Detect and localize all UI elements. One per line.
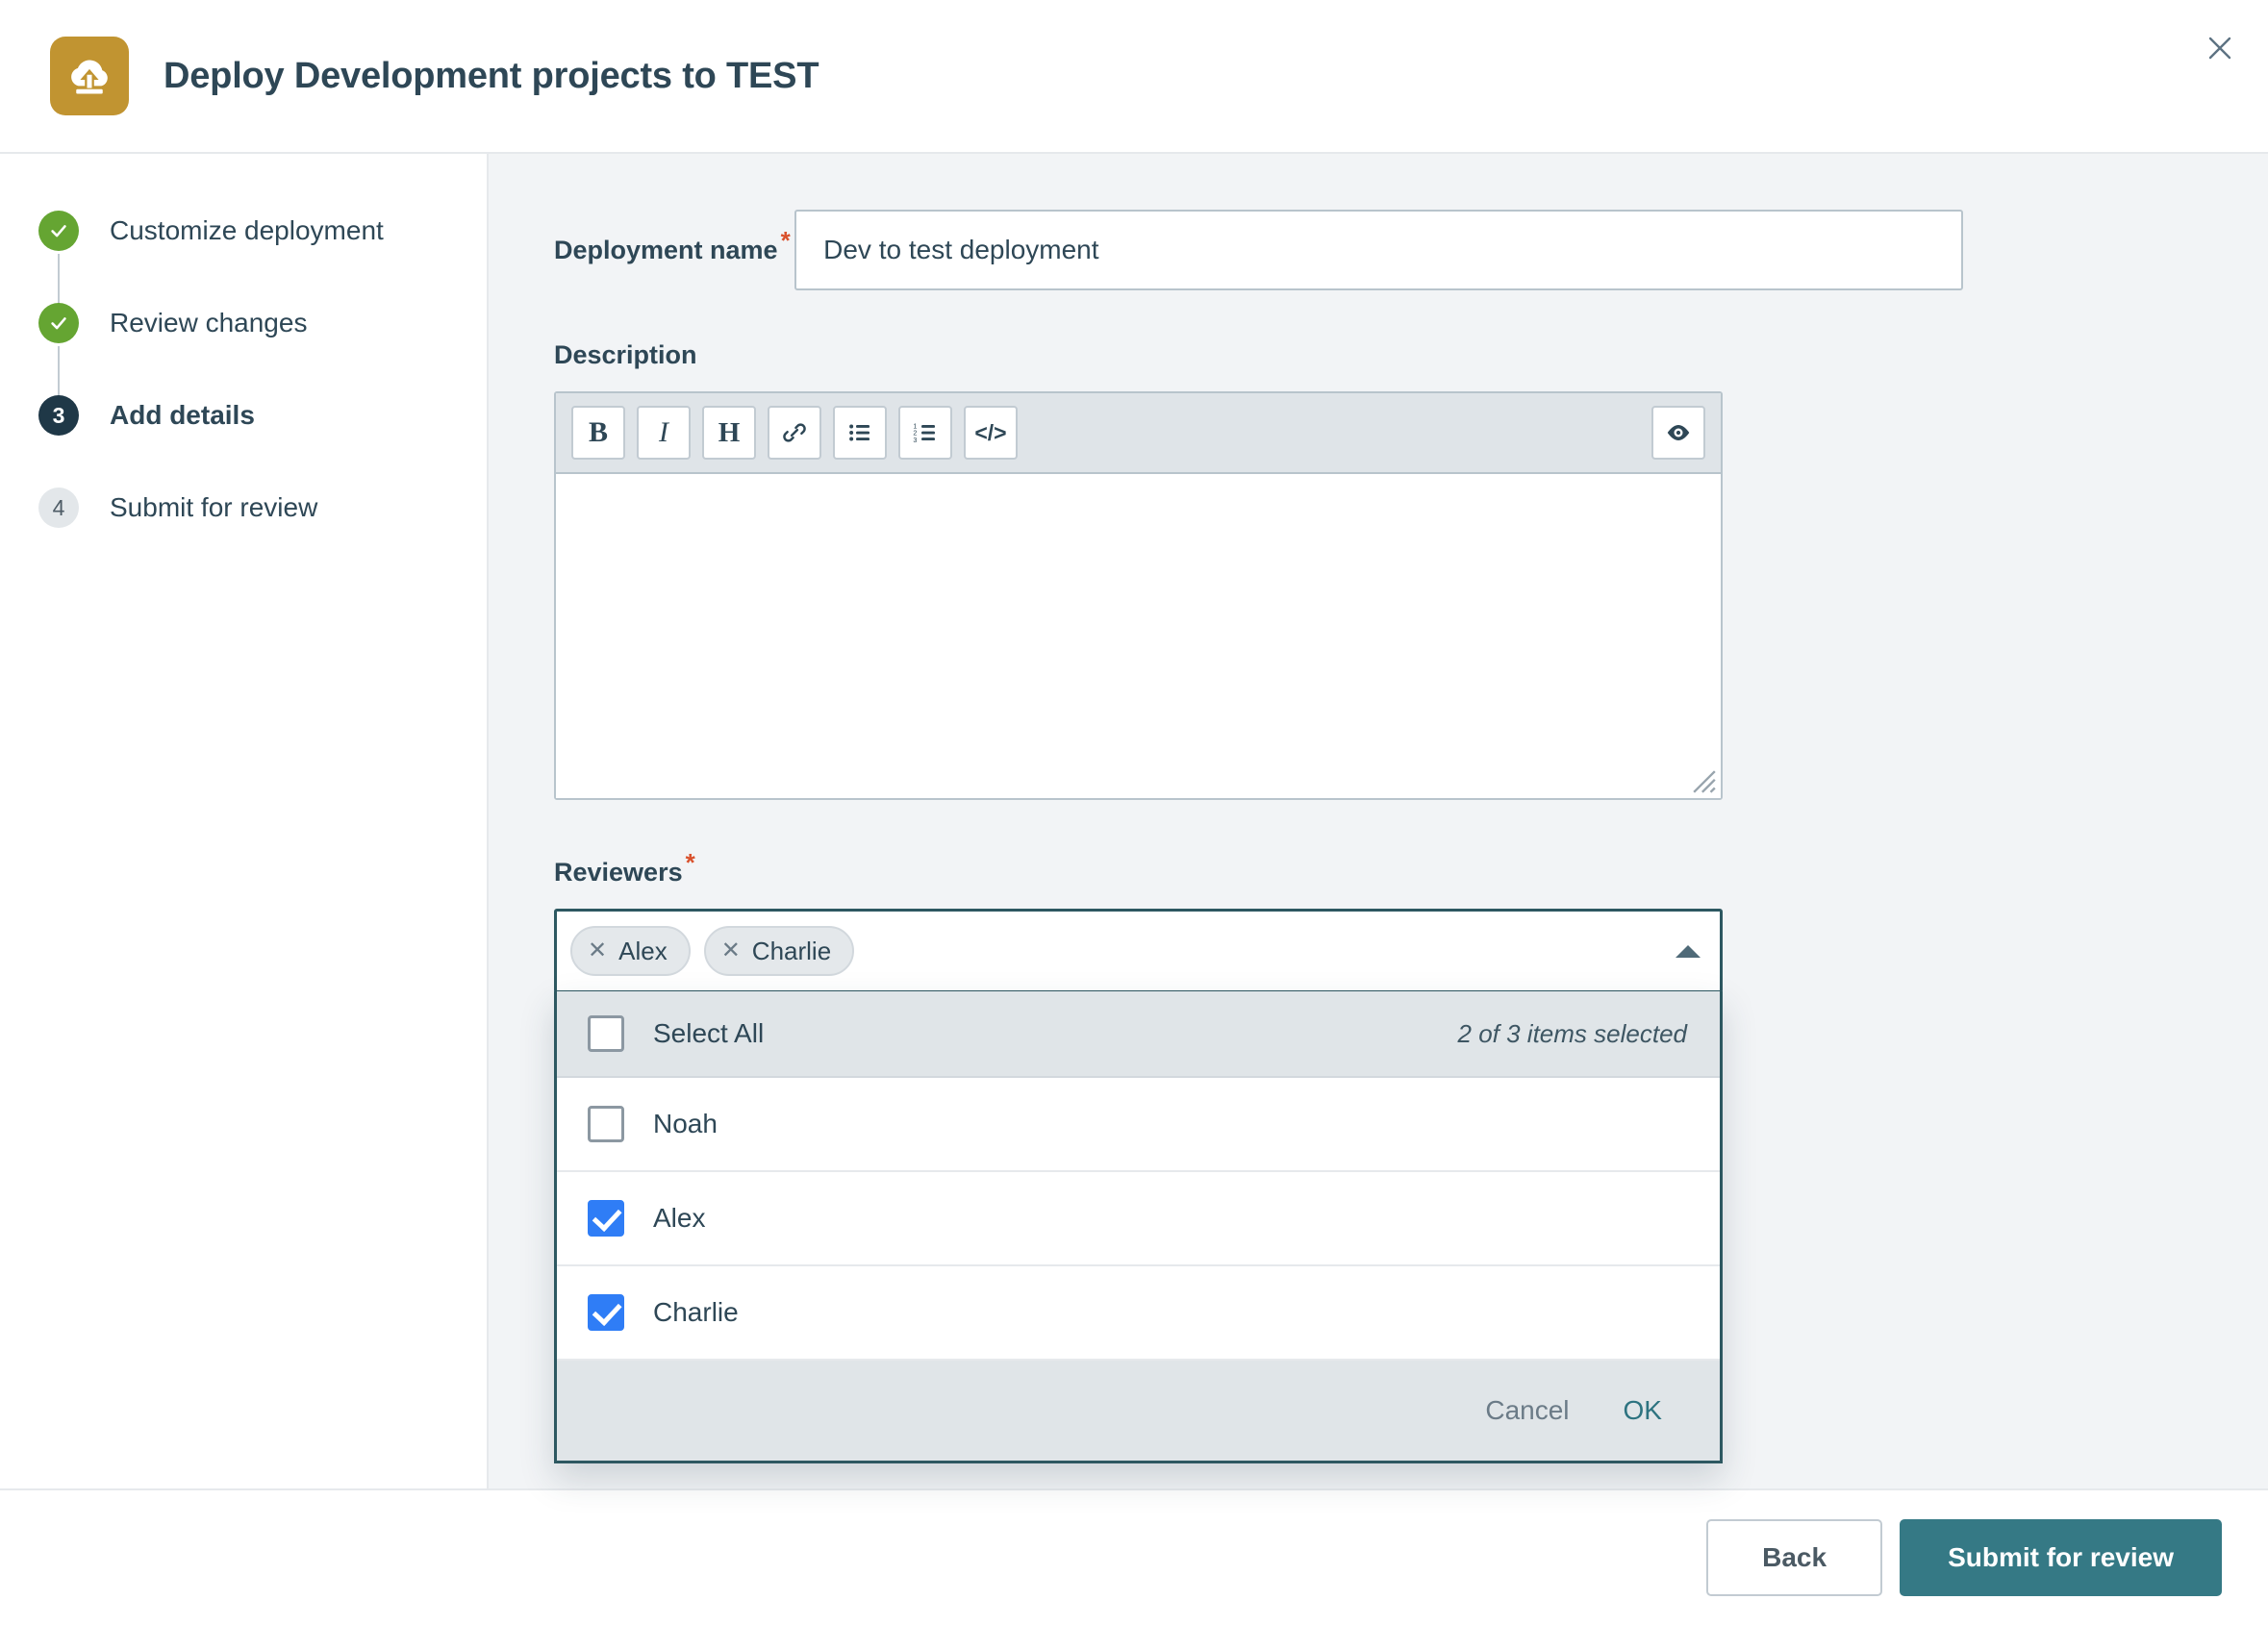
select-all-row[interactable]: Select All 2 of 3 items selected: [557, 991, 1720, 1078]
chip-label: Charlie: [752, 937, 831, 966]
form-area: Deployment name* Description B I H: [489, 154, 2268, 1488]
required-marker: *: [686, 848, 695, 877]
step-label: Review changes: [110, 308, 307, 338]
reviewer-chip-alex[interactable]: ✕ Alex: [570, 926, 691, 976]
option-checkbox[interactable]: [588, 1106, 624, 1142]
modal-footer: Back Submit for review: [0, 1488, 2268, 1625]
option-checkbox[interactable]: [588, 1200, 624, 1237]
deployment-name-label: Deployment name*: [554, 228, 791, 265]
submit-for-review-button[interactable]: Submit for review: [1900, 1519, 2222, 1596]
description-editor: B I H: [554, 391, 1723, 800]
modal-body: Customize deployment Review changes 3 Ad…: [0, 154, 2268, 1488]
option-label: Charlie: [653, 1297, 739, 1328]
step-review-changes[interactable]: Review changes: [38, 296, 487, 350]
deployment-name-input[interactable]: [794, 210, 1963, 290]
code-icon[interactable]: </>: [964, 406, 1018, 460]
step-marker-number: 4: [38, 488, 79, 528]
option-charlie[interactable]: Charlie: [557, 1266, 1720, 1361]
bold-icon[interactable]: B: [571, 406, 625, 460]
reviewer-chip-charlie[interactable]: ✕ Charlie: [704, 926, 854, 976]
reviewers-select[interactable]: ✕ Alex ✕ Charlie: [554, 909, 1723, 993]
option-noah[interactable]: Noah: [557, 1078, 1720, 1172]
chip-remove-icon[interactable]: ✕: [721, 939, 741, 962]
step-label: Customize deployment: [110, 215, 384, 246]
step-marker-done-icon: [38, 211, 79, 251]
step-marker-number: 3: [38, 395, 79, 436]
option-checkbox[interactable]: [588, 1294, 624, 1331]
step-customize-deployment[interactable]: Customize deployment: [38, 204, 487, 258]
deploy-modal: Deploy Development projects to TEST Cust…: [0, 0, 2268, 1625]
dropdown-footer: Cancel OK: [557, 1361, 1720, 1461]
select-all-checkbox[interactable]: [588, 1015, 624, 1052]
heading-icon[interactable]: H: [702, 406, 756, 460]
step-submit-for-review[interactable]: 4 Submit for review: [38, 481, 487, 535]
page-title: Deploy Development projects to TEST: [164, 56, 819, 97]
chevron-up-icon[interactable]: [1676, 945, 1701, 958]
link-icon[interactable]: [768, 406, 821, 460]
reviewer-chips: ✕ Alex ✕ Charlie: [570, 926, 1676, 976]
step-marker-done-icon: [38, 303, 79, 343]
step-connector: [58, 254, 60, 304]
option-label: Noah: [653, 1109, 718, 1139]
modal-header: Deploy Development projects to TEST: [0, 0, 2268, 154]
selected-count-text: 2 of 3 items selected: [1458, 1019, 1687, 1049]
close-icon[interactable]: [2193, 21, 2247, 75]
back-button[interactable]: Back: [1706, 1519, 1882, 1596]
option-label: Alex: [653, 1203, 705, 1234]
deployment-name-label-text: Deployment name: [554, 236, 778, 264]
description-field: Description B I H: [554, 340, 2268, 800]
dropdown-ok-button[interactable]: OK: [1624, 1395, 1662, 1426]
editor-toolbar: B I H: [556, 393, 1721, 474]
svg-text:3: 3: [913, 436, 917, 444]
reviewers-label-text: Reviewers: [554, 858, 683, 887]
option-alex[interactable]: Alex: [557, 1172, 1720, 1266]
reviewers-select-wrap: ✕ Alex ✕ Charlie: [554, 909, 1723, 993]
description-textarea[interactable]: [556, 474, 1721, 798]
step-label: Submit for review: [110, 492, 317, 523]
bullet-list-icon[interactable]: [833, 406, 887, 460]
reviewers-dropdown: Select All 2 of 3 items selected Noah Al…: [554, 991, 1723, 1463]
chip-label: Alex: [618, 937, 668, 966]
description-editor-wrap: B I H: [554, 391, 1723, 800]
required-marker: *: [781, 226, 791, 255]
italic-icon[interactable]: I: [637, 406, 691, 460]
numbered-list-icon[interactable]: 1 2 3: [898, 406, 952, 460]
step-label: Add details: [110, 400, 255, 431]
reviewers-label: Reviewers*: [554, 850, 695, 888]
cloud-upload-icon: [50, 37, 129, 115]
deployment-name-field: Deployment name*: [554, 210, 2268, 290]
stepper-sidebar: Customize deployment Review changes 3 Ad…: [0, 154, 489, 1488]
eye-icon[interactable]: [1651, 406, 1705, 460]
select-all-label: Select All: [653, 1018, 764, 1049]
step-connector: [58, 346, 60, 396]
description-label: Description: [554, 340, 697, 370]
dropdown-cancel-button[interactable]: Cancel: [1485, 1395, 1569, 1426]
step-add-details[interactable]: 3 Add details: [38, 388, 487, 442]
chip-remove-icon[interactable]: ✕: [588, 939, 607, 962]
reviewers-field: Reviewers* ✕ Alex ✕ Charlie: [554, 850, 2268, 993]
